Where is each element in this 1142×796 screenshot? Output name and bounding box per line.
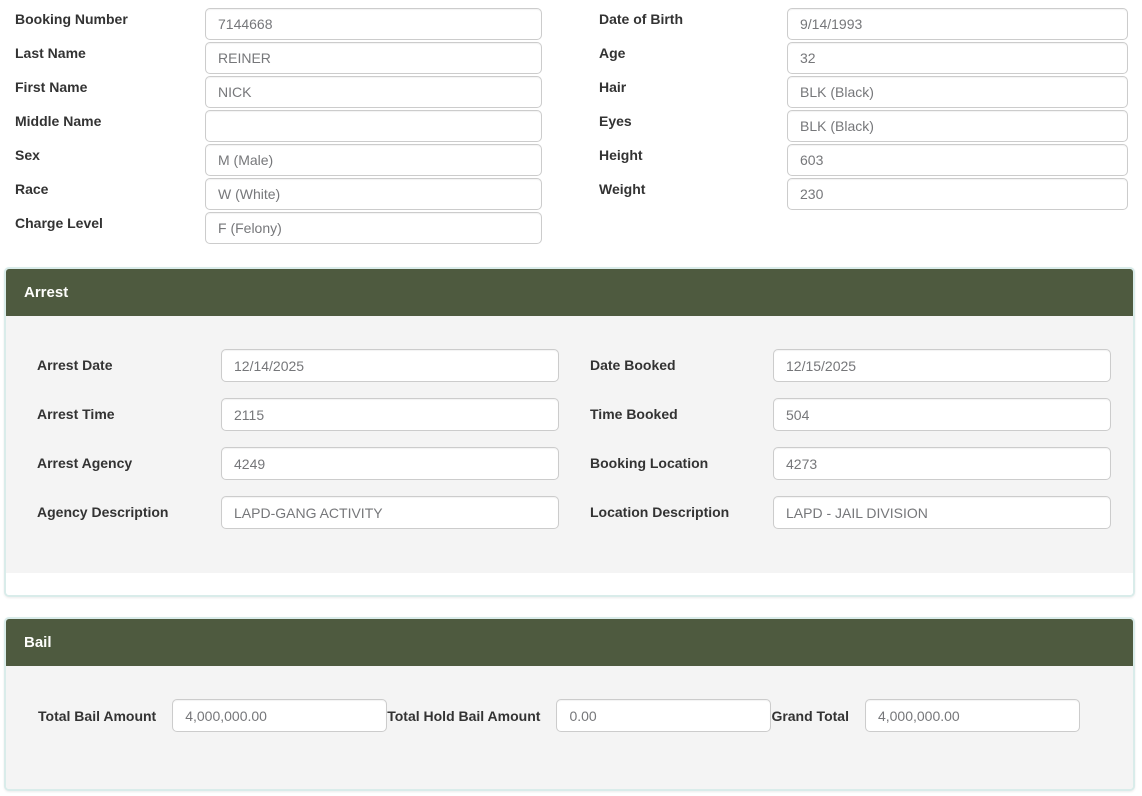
first-name-input[interactable] <box>205 76 542 108</box>
booking-number-row: Booking Number <box>15 8 542 40</box>
booking-number-label: Booking Number <box>15 8 205 28</box>
date-of-birth-input[interactable] <box>787 8 1128 40</box>
weight-input[interactable] <box>787 178 1128 210</box>
total-hold-bail-amount-row: Total Hold Bail Amount <box>387 699 771 732</box>
arrest-date-input[interactable] <box>221 349 559 382</box>
middle-name-row: Middle Name <box>15 110 542 142</box>
arrest-date-label: Arrest Date <box>37 357 221 374</box>
date-booked-row: Date Booked <box>590 349 1111 382</box>
height-row: Height <box>599 144 1128 176</box>
grand-total-input[interactable] <box>865 699 1080 732</box>
arrest-panel-body: Arrest Date Arrest Time Arrest Agency Ag… <box>6 316 1133 573</box>
arrest-left-column: Arrest Date Arrest Time Arrest Agency Ag… <box>37 349 559 545</box>
arrest-panel-title: Arrest <box>24 284 68 301</box>
eyes-input[interactable] <box>787 110 1128 142</box>
last-name-input[interactable] <box>205 42 542 74</box>
booking-location-input[interactable] <box>773 447 1111 480</box>
location-description-input[interactable] <box>773 496 1111 529</box>
middle-name-input[interactable] <box>205 110 542 142</box>
location-description-row: Location Description <box>590 496 1111 529</box>
identity-left-column: Booking Number Last Name First Name Midd… <box>15 8 542 246</box>
agency-description-input[interactable] <box>221 496 559 529</box>
age-label: Age <box>599 42 787 62</box>
first-name-row: First Name <box>15 76 542 108</box>
height-label: Height <box>599 144 787 164</box>
eyes-row: Eyes <box>599 110 1128 142</box>
booking-number-input[interactable] <box>205 8 542 40</box>
arrest-agency-input[interactable] <box>221 447 559 480</box>
charge-level-label: Charge Level <box>15 212 205 232</box>
last-name-label: Last Name <box>15 42 205 62</box>
arrest-right-column: Date Booked Time Booked Booking Location… <box>590 349 1111 545</box>
total-hold-bail-amount-input[interactable] <box>556 699 771 732</box>
age-row: Age <box>599 42 1128 74</box>
date-of-birth-row: Date of Birth <box>599 8 1128 40</box>
hair-label: Hair <box>599 76 787 96</box>
time-booked-row: Time Booked <box>590 398 1111 431</box>
bail-panel-title: Bail <box>24 634 52 651</box>
height-input[interactable] <box>787 144 1128 176</box>
charge-level-input[interactable] <box>205 212 542 244</box>
weight-row: Weight <box>599 178 1128 210</box>
booking-location-label: Booking Location <box>590 455 773 472</box>
weight-label: Weight <box>599 178 787 198</box>
arrest-time-row: Arrest Time <box>37 398 559 431</box>
arrest-time-input[interactable] <box>221 398 559 431</box>
agency-description-row: Agency Description <box>37 496 559 529</box>
eyes-label: Eyes <box>599 110 787 130</box>
bail-panel-header: Bail <box>6 619 1133 666</box>
total-hold-bail-amount-label: Total Hold Bail Amount <box>387 706 540 726</box>
bail-panel-body: Total Bail Amount Total Hold Bail Amount… <box>6 666 1133 789</box>
date-of-birth-label: Date of Birth <box>599 8 787 28</box>
arrest-agency-row: Arrest Agency <box>37 447 559 480</box>
total-bail-amount-label: Total Bail Amount <box>38 706 156 726</box>
race-input[interactable] <box>205 178 542 210</box>
total-bail-amount-row: Total Bail Amount <box>38 699 387 732</box>
sex-input[interactable] <box>205 144 542 176</box>
agency-description-label: Agency Description <box>37 504 221 521</box>
location-description-label: Location Description <box>590 504 773 521</box>
grand-total-row: Grand Total <box>771 699 1080 732</box>
arrest-panel-footer <box>6 573 1133 595</box>
hair-input[interactable] <box>787 76 1128 108</box>
grand-total-label: Grand Total <box>771 706 849 726</box>
sex-row: Sex <box>15 144 542 176</box>
arrest-date-row: Arrest Date <box>37 349 559 382</box>
date-booked-label: Date Booked <box>590 357 773 374</box>
age-input[interactable] <box>787 42 1128 74</box>
arrest-panel-header: Arrest <box>6 269 1133 316</box>
identity-section: Booking Number Last Name First Name Midd… <box>0 0 1142 246</box>
identity-right-column: Date of Birth Age Hair Eyes Height <box>599 8 1128 246</box>
date-booked-input[interactable] <box>773 349 1111 382</box>
arrest-time-label: Arrest Time <box>37 406 221 423</box>
sex-label: Sex <box>15 144 205 164</box>
hair-row: Hair <box>599 76 1128 108</box>
middle-name-label: Middle Name <box>15 110 205 130</box>
race-label: Race <box>15 178 205 198</box>
time-booked-label: Time Booked <box>590 406 773 423</box>
race-row: Race <box>15 178 542 210</box>
arrest-agency-label: Arrest Agency <box>37 455 221 472</box>
bail-panel: Bail Total Bail Amount Total Hold Bail A… <box>4 617 1135 791</box>
arrest-panel: Arrest Arrest Date Arrest Time Arrest Ag… <box>4 267 1135 597</box>
total-bail-amount-input[interactable] <box>172 699 387 732</box>
time-booked-input[interactable] <box>773 398 1111 431</box>
first-name-label: First Name <box>15 76 205 96</box>
charge-level-row: Charge Level <box>15 212 542 244</box>
last-name-row: Last Name <box>15 42 542 74</box>
booking-location-row: Booking Location <box>590 447 1111 480</box>
